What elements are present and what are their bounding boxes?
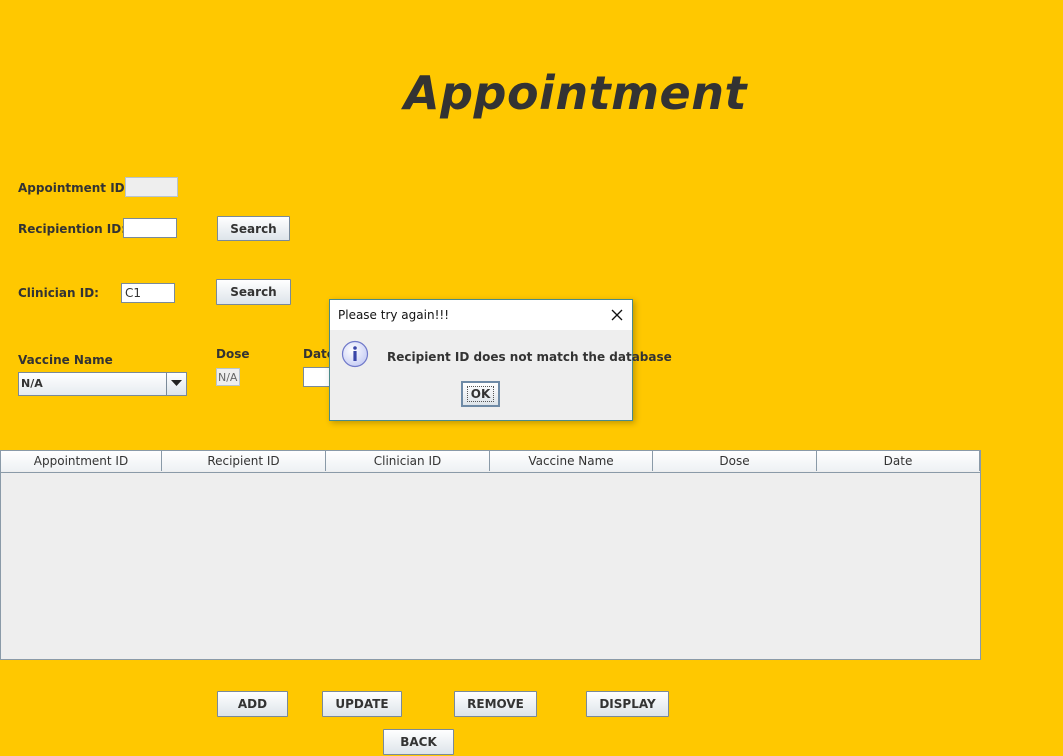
column-date[interactable]: Date [817, 451, 980, 471]
dose-label: Dose [216, 347, 250, 361]
recipient-search-button[interactable]: Search [217, 216, 290, 241]
column-dose[interactable]: Dose [653, 451, 817, 471]
close-button[interactable] [608, 306, 626, 324]
vaccine-name-label: Vaccine Name [18, 353, 113, 367]
dropdown-button[interactable] [166, 373, 186, 395]
dialog-body: Recipient ID does not match the database… [330, 330, 672, 420]
appointment-id-field[interactable] [125, 177, 178, 197]
column-appointment-id[interactable]: Appointment ID [1, 451, 162, 471]
remove-button[interactable]: REMOVE [454, 691, 537, 717]
table-header: Appointment ID Recipient ID Clinician ID… [1, 451, 980, 473]
chevron-down-icon [171, 380, 182, 386]
clinician-id-field[interactable] [121, 283, 175, 303]
recipient-id-label: Recipiention ID: [18, 222, 127, 236]
vaccine-name-select[interactable]: N/A [18, 372, 187, 396]
back-button[interactable]: BACK [383, 729, 454, 755]
recipient-id-field[interactable] [123, 218, 177, 238]
appointments-table[interactable]: Appointment ID Recipient ID Clinician ID… [0, 450, 981, 660]
dose-field[interactable] [216, 368, 240, 386]
add-button[interactable]: ADD [217, 691, 288, 717]
appointment-id-label: Appointment ID: [18, 181, 130, 195]
close-icon [611, 309, 623, 321]
info-icon [341, 340, 369, 368]
clinician-search-button[interactable]: Search [216, 279, 291, 305]
update-button[interactable]: UPDATE [322, 691, 402, 717]
message-dialog: Please try again!!! Recipient ID does no [329, 299, 672, 421]
column-recipient-id[interactable]: Recipient ID [162, 451, 326, 471]
dialog-message: Recipient ID does not match the database [387, 350, 672, 364]
clinician-id-label: Clinician ID: [18, 286, 99, 300]
display-button[interactable]: DISPLAY [586, 691, 669, 717]
ok-button[interactable]: OK [461, 381, 500, 407]
vaccine-name-selected: N/A [21, 377, 43, 390]
column-vaccine-name[interactable]: Vaccine Name [490, 451, 653, 471]
page-title: Appointment [404, 66, 747, 120]
column-clinician-id[interactable]: Clinician ID [326, 451, 490, 471]
ok-button-label: OK [466, 386, 495, 402]
dialog-titlebar[interactable]: Please try again!!! [330, 300, 632, 330]
dialog-title: Please try again!!! [338, 308, 450, 322]
